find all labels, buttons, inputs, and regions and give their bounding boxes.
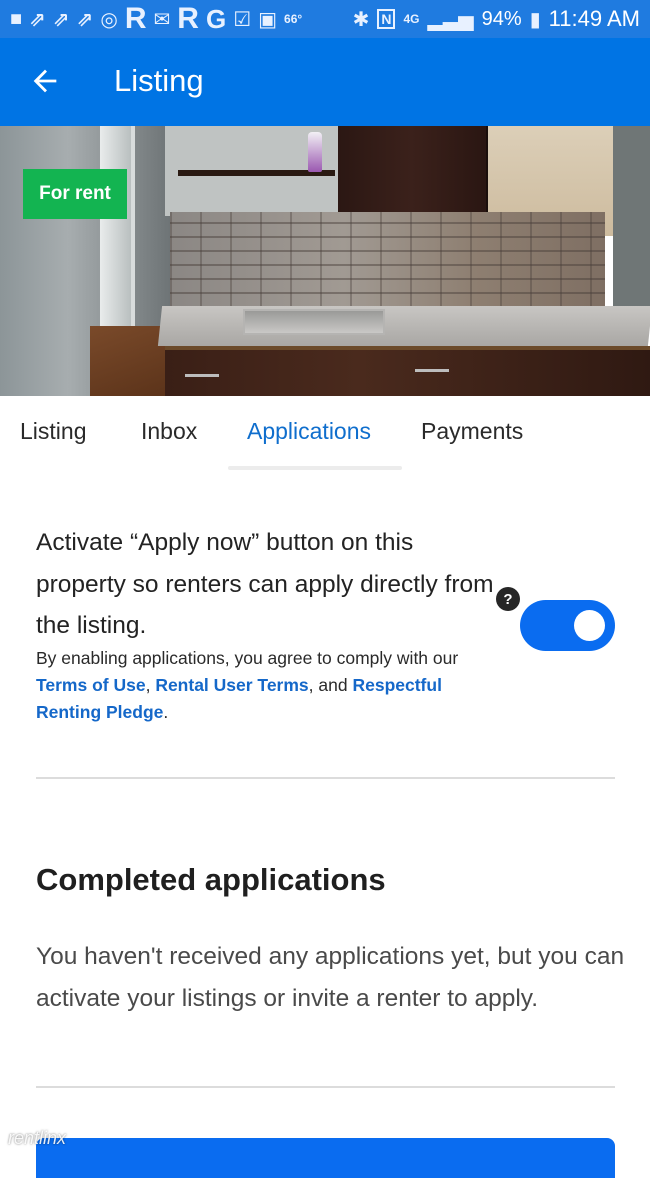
r-icon: R [124, 2, 147, 35]
for-rent-badge: For rent [23, 169, 127, 219]
nfc-icon: N [377, 9, 396, 29]
divider [36, 1086, 615, 1088]
temperature: 66° [284, 12, 303, 26]
clock: 11:49 AM [548, 6, 640, 31]
mail-icon: ✉ [153, 8, 171, 31]
terms-suffix: . [163, 701, 169, 722]
toggle-knob [574, 610, 605, 641]
apply-now-description: Activate “Apply now” button on this prop… [36, 529, 494, 639]
chrome-icon: ◎ [100, 8, 118, 31]
active-tab-indicator [228, 466, 402, 470]
zillow-icon: ⇗ [52, 8, 70, 31]
signal-icon: ▂▃▅ [427, 8, 474, 31]
bluetooth-icon: ✱ [352, 8, 370, 31]
g-icon: G [205, 3, 227, 34]
terms-prefix: By enabling applications, you agree to c… [36, 647, 459, 668]
apply-now-setting: Activate “Apply now” button on this prop… [36, 522, 506, 726]
status-bar: ■ ⇗ ⇗ ⇗ ◎ R ✉ R G ☑ ▣ 66° ✱ N 4G ▂▃▅ 94%… [0, 0, 650, 38]
zillow-icon: ⇗ [29, 8, 46, 31]
watermark: rentlinx [8, 1128, 67, 1148]
arrow-left-icon [33, 69, 57, 93]
chat-icon: ■ [10, 7, 23, 30]
tab-inbox[interactable]: Inbox [141, 418, 197, 445]
checkbox-icon: ☑ [233, 8, 252, 31]
data-4g-icon: 4G [403, 12, 420, 26]
photo-counter [157, 306, 650, 346]
photo-window [100, 126, 135, 336]
r-icon: R [177, 2, 199, 35]
listing-photo[interactable]: For rent [0, 126, 650, 396]
photo-upper-cabinet [338, 126, 488, 221]
completed-applications-heading: Completed applications [36, 862, 386, 897]
photo-far-wall [613, 126, 650, 306]
completed-applications-empty-text: You haven't received any applications ye… [36, 943, 625, 1012]
photo-lower-cabinet [165, 346, 650, 396]
image-icon: ▣ [258, 8, 278, 31]
help-icon[interactable]: ? [496, 587, 520, 611]
page-title: Listing [114, 63, 204, 98]
tab-listing[interactable]: Listing [20, 418, 86, 445]
photo-handle [185, 374, 219, 377]
terms-of-use-link[interactable]: Terms of Use [36, 675, 146, 695]
terms-separator: , and [308, 674, 353, 695]
photo-handle [415, 369, 449, 372]
divider [36, 777, 615, 779]
terms-separator: , [145, 674, 156, 695]
photo-sink [243, 309, 385, 335]
rental-user-terms-link[interactable]: Rental User Terms [155, 675, 308, 695]
battery-percent: 94% [481, 7, 522, 30]
back-button[interactable] [28, 64, 62, 98]
primary-action-button[interactable] [36, 1138, 615, 1178]
battery-icon: ▮ [529, 8, 541, 31]
terms-notice: By enabling applications, you agree to c… [36, 645, 506, 726]
zillow-icon: ⇗ [76, 8, 94, 31]
apply-now-toggle[interactable] [520, 600, 615, 651]
tab-applications[interactable]: Applications [247, 418, 371, 445]
system-icons: ✱ N 4G ▂▃▅ 94% ▮ 11:49 AM [353, 6, 640, 32]
tab-bar: Listing Inbox Applications Payments [0, 396, 650, 474]
notification-icons: ■ ⇗ ⇗ ⇗ ◎ R ✉ R G ☑ ▣ 66° [10, 2, 302, 36]
photo-bottle [308, 132, 322, 172]
tab-payments[interactable]: Payments [421, 418, 523, 445]
app-bar: Listing [0, 38, 650, 126]
